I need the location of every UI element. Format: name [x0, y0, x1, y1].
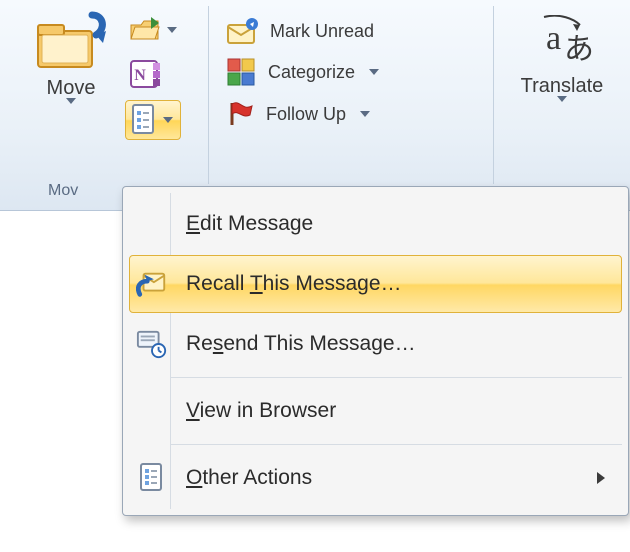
move-button[interactable]: Move: [27, 6, 115, 109]
categorize-icon: [226, 57, 258, 87]
dropdown-caret-icon: [557, 96, 567, 102]
menu-item-resend-message[interactable]: Resend This Message…: [129, 315, 622, 373]
translate-button[interactable]: a あ Translate: [514, 10, 611, 107]
follow-up-label: Follow Up: [266, 104, 346, 125]
flag-icon: [226, 99, 256, 129]
menu-item-other-actions[interactable]: Other Actions: [129, 449, 622, 507]
translate-icon: a あ: [530, 15, 594, 71]
recall-icon: [136, 268, 168, 300]
menu-item-label: Other Actions: [186, 466, 312, 490]
mark-unread-button[interactable]: Mark Unread: [219, 12, 483, 50]
onenote-button[interactable]: N: [125, 56, 181, 92]
group-tags: Mark Unread Categorize: [209, 0, 493, 204]
move-button-label: Move: [47, 77, 96, 100]
actions-document-icon: [136, 462, 168, 494]
menu-item-label: Resend This Message…: [186, 332, 416, 356]
actions-menu: Edit Message Recall This Message… Resend: [122, 186, 629, 516]
menu-item-label: Edit Message: [186, 212, 313, 236]
open-folder-button[interactable]: [125, 12, 181, 48]
categorize-button[interactable]: Categorize: [219, 52, 483, 92]
menu-separator: [171, 377, 622, 378]
group-move: Move: [0, 0, 208, 204]
menu-item-label: View in Browser: [186, 399, 336, 423]
onenote-icon: N: [129, 59, 163, 89]
open-folder-icon: [129, 15, 163, 45]
svg-text:N: N: [134, 67, 146, 84]
blank-icon: [136, 208, 168, 240]
dropdown-caret-icon: [369, 69, 379, 75]
categorize-label: Categorize: [268, 62, 355, 83]
submenu-arrow-icon: [597, 472, 605, 484]
menu-item-view-in-browser[interactable]: View in Browser: [129, 382, 622, 440]
ribbon: Move: [0, 0, 630, 211]
envelope-unread-icon: [226, 17, 260, 45]
blank-icon: [136, 395, 168, 427]
translate-label: Translate: [521, 75, 604, 98]
actions-document-icon: [129, 103, 159, 137]
menu-separator: [171, 444, 622, 445]
resend-icon: [136, 328, 168, 360]
dropdown-caret-icon: [167, 27, 177, 33]
svg-text:あ: あ: [564, 33, 594, 66]
mark-unread-label: Mark Unread: [270, 21, 374, 42]
dropdown-caret-icon: [360, 111, 370, 117]
actions-button[interactable]: [125, 100, 181, 140]
svg-text:a: a: [546, 20, 561, 57]
group-translate: a あ Translate: [494, 0, 630, 204]
move-folder-icon: [34, 11, 108, 73]
dropdown-caret-icon: [163, 117, 173, 123]
menu-item-label: Recall This Message…: [186, 272, 402, 296]
menu-item-edit-message[interactable]: Edit Message: [129, 195, 622, 253]
dropdown-caret-icon: [66, 98, 76, 104]
menu-item-recall-message[interactable]: Recall This Message…: [129, 255, 622, 313]
follow-up-button[interactable]: Follow Up: [219, 94, 483, 134]
